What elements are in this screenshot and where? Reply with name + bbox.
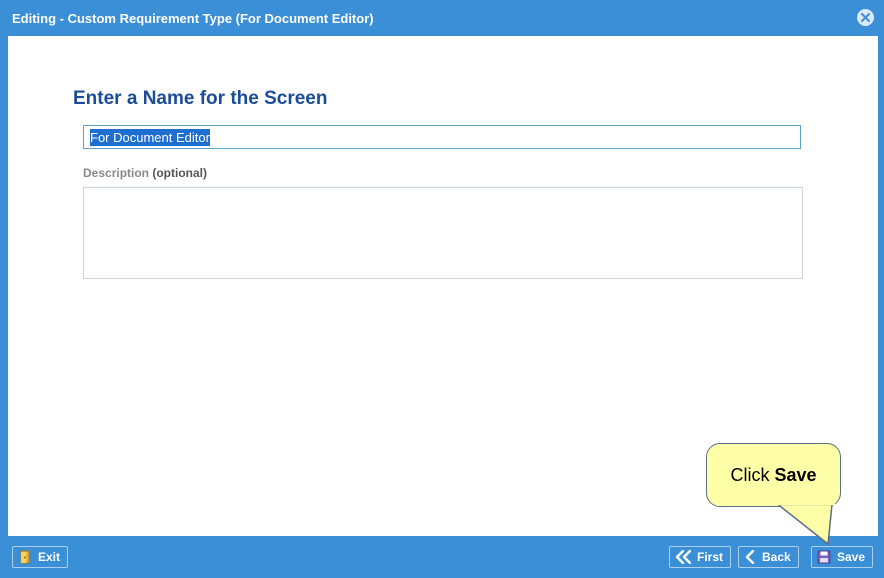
save-button[interactable]: Save (811, 546, 874, 568)
hint-callout: Click Save (706, 443, 841, 507)
first-button[interactable]: First (669, 546, 732, 568)
first-button-label: First (697, 550, 724, 564)
back-button-label: Back (762, 550, 791, 564)
description-label: Description (optional) (83, 166, 207, 180)
exit-door-icon (18, 550, 32, 564)
callout-pointer (775, 503, 835, 545)
callout-bold: Save (774, 464, 817, 485)
window-titlebar: Editing - Custom Requirement Type (For D… (0, 0, 884, 36)
close-button[interactable] (857, 9, 874, 26)
double-chevron-left-icon (675, 550, 691, 564)
floppy-disk-icon (817, 550, 831, 564)
close-circle-icon (861, 13, 870, 22)
exit-button[interactable]: Exit (12, 546, 69, 568)
description-textarea[interactable] (83, 187, 803, 279)
screen-name-value: For Document Editor (90, 128, 210, 146)
description-optional-text: (optional) (152, 166, 208, 180)
description-label-text: Description (83, 166, 150, 180)
screen-name-input[interactable]: For Document Editor (83, 125, 801, 149)
form-heading: Enter a Name for the Screen (73, 88, 328, 109)
callout-prefix: Click (730, 464, 775, 485)
save-button-label: Save (837, 550, 866, 564)
window-title: Editing - Custom Requirement Type (For D… (12, 11, 374, 26)
back-button[interactable]: Back (738, 546, 799, 568)
exit-button-label: Exit (38, 550, 61, 564)
chevron-left-icon (744, 550, 756, 564)
